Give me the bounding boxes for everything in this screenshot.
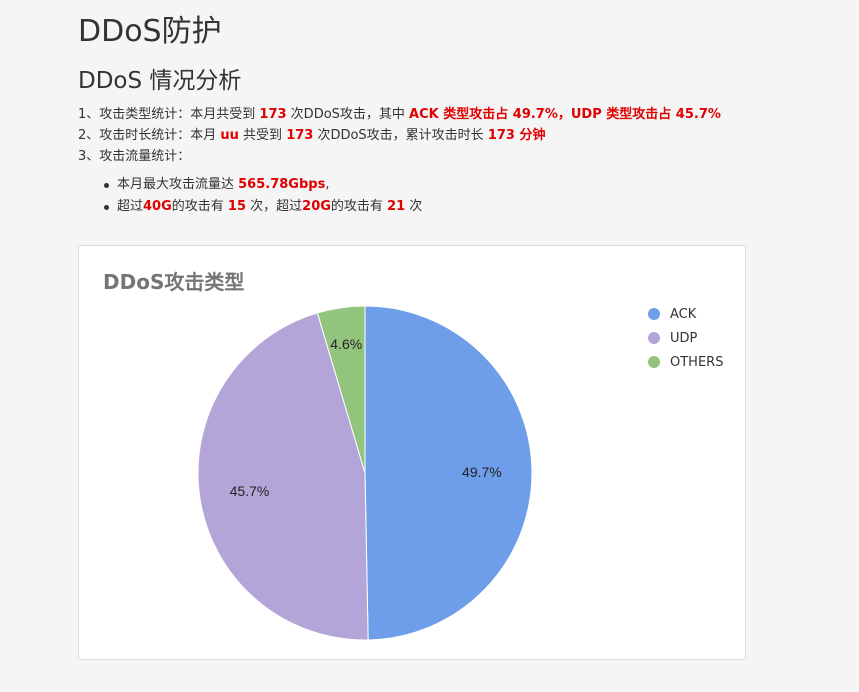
highlight: 40G [143,199,172,214]
legend-item-udp[interactable]: UDP [648,327,723,351]
text: 超过 [117,199,144,214]
legend-swatch [648,331,660,344]
text: 3、攻击流量统计： [78,149,191,164]
pie-label-udp: 45.7% [230,483,270,499]
text: 次 [405,199,423,214]
section-subtitle: DDoS 情况分析 [78,68,242,94]
text: 本月最大攻击流量达 [117,177,239,192]
text: 的攻击有 [171,199,228,214]
highlight: 173 [286,128,314,143]
legend-label: UDP [670,331,698,346]
text: 共受到 [238,128,287,143]
legend-swatch [648,355,660,368]
pie-chart: 49.7% 45.7% 4.6% [197,305,533,641]
text: 1、攻击类型统计：本月共受到 [78,107,260,122]
list-item: 本月最大攻击流量达 565.78Gbps, [102,174,422,196]
highlight: 20G [302,199,331,214]
chart-legend: ACK UDP OTHERS [648,303,723,375]
highlight: 15 [227,199,247,214]
bullet-dot [104,183,109,188]
legend-item-others[interactable]: OTHERS [648,351,723,375]
highlight: 21 [387,199,406,214]
legend-swatch [648,307,660,320]
bullet-dot [104,205,109,210]
text: , [325,177,330,192]
highlight: 565.78Gbps [238,177,326,192]
legend-label: ACK [670,307,697,322]
page-title: DDoS防护 [78,14,222,49]
pie-slice-ack[interactable] [364,305,533,641]
traffic-bullets: 本月最大攻击流量达 565.78Gbps, 超过40G的攻击有 15 次，超过2… [102,174,422,218]
summary-attack-type: 1、攻击类型统计：本月共受到 173 次DDoS攻击，其中 ACK 类型攻击占 … [78,104,721,125]
text: 次DDoS攻击，其中 [286,107,410,122]
highlight: ACK 类型攻击占 49.7%，UDP 类型攻击占 45.7% [409,107,721,122]
text: 次DDoS攻击，累计攻击时长 [313,128,488,143]
summary-attack-traffic: 3、攻击流量统计： [78,146,721,167]
highlight: 173 [259,107,287,122]
highlight: 173 分钟 [487,128,546,143]
list-item: 超过40G的攻击有 15 次，超过20G的攻击有 21 次 [102,196,422,218]
text: 2、攻击时长统计：本月 [78,128,221,143]
pie-label-ack: 49.7% [462,464,502,480]
legend-label: OTHERS [670,355,724,370]
pie-label-others: 4.6% [330,336,362,352]
text: 的攻击有 [330,199,388,214]
legend-item-ack[interactable]: ACK [648,303,723,327]
summary-attack-duration: 2、攻击时长统计：本月 uu 共受到 173 次DDoS攻击，累计攻击时长 17… [78,125,721,146]
page: DDoS防护 DDoS 情况分析 1、攻击类型统计：本月共受到 173 次DDo… [0,0,859,692]
chart-card: DDoS攻击类型 49.7% 45.7% 4.6% ACK UDP OTHERS [78,245,746,660]
text: 次，超过 [246,199,303,214]
highlight: uu [220,128,239,143]
summary-lines: 1、攻击类型统计：本月共受到 173 次DDoS攻击，其中 ACK 类型攻击占 … [78,104,721,167]
